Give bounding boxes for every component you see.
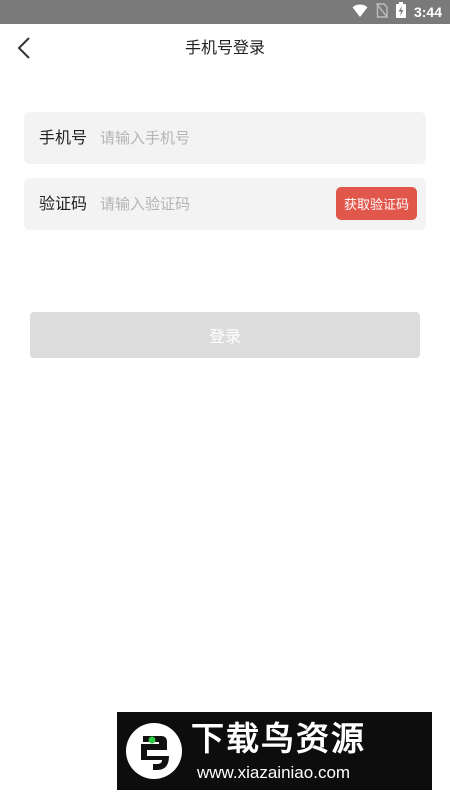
battery-charging-icon [395, 2, 406, 22]
watermark: 下载鸟资源 www.xiazainiao.com [117, 712, 432, 790]
code-field: 验证码 获取验证码 [24, 178, 426, 230]
status-bar: 3:44 [0, 0, 450, 24]
status-icons: 3:44 [352, 0, 442, 24]
no-sim-icon [375, 2, 389, 22]
phone-label: 手机号 [39, 128, 88, 147]
watermark-title: 下载鸟资源 [191, 719, 366, 758]
code-label: 验证码 [39, 194, 88, 213]
phone-field: 手机号 [24, 112, 426, 164]
page-title: 手机号登录 [184, 38, 265, 57]
wifi-icon [352, 3, 368, 22]
status-time: 3:44 [413, 4, 442, 20]
code-input[interactable] [100, 188, 330, 220]
phone-input[interactable] [100, 122, 410, 154]
watermark-url: www.xiazainiao.com [197, 763, 351, 782]
nav-bar: 手机号登录 [0, 24, 450, 72]
get-code-button[interactable]: 获取验证码 [336, 187, 417, 220]
login-button[interactable]: 登录 [30, 312, 420, 358]
bird-logo-icon [126, 723, 182, 779]
